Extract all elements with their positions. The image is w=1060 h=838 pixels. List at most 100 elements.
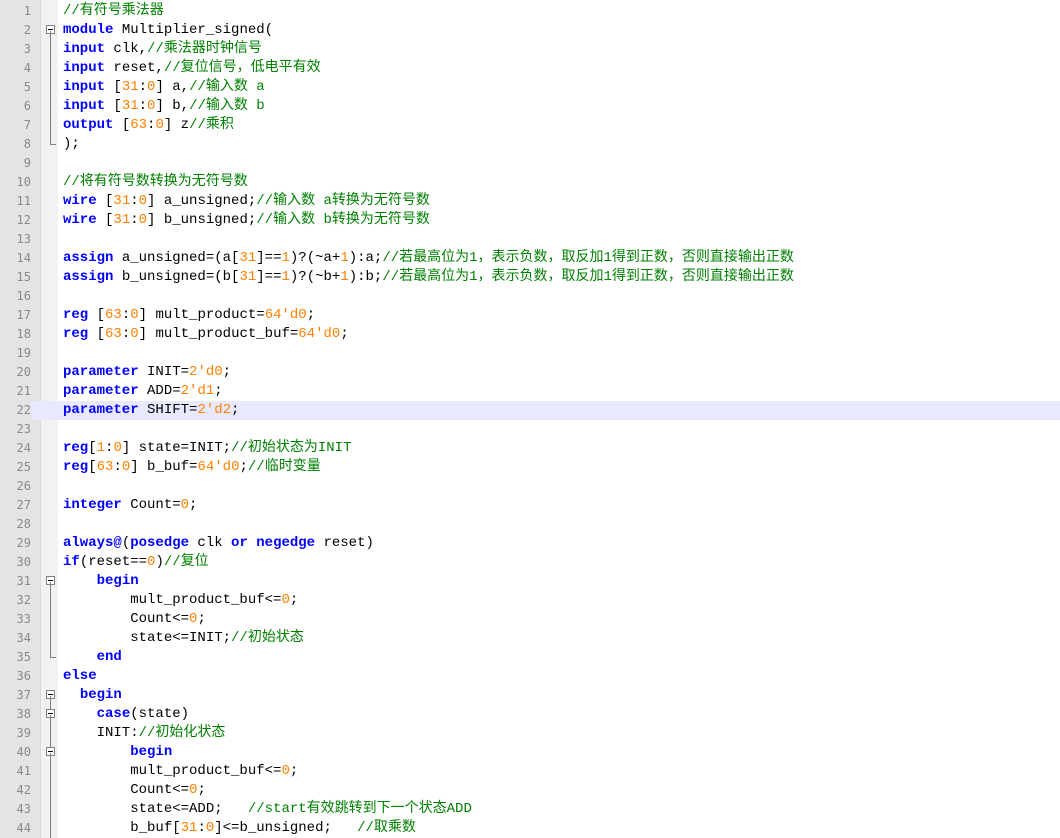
code-text[interactable]: reg[63:0] b_buf=64'd0;//临时变量 [63, 458, 321, 477]
code-line[interactable]: 44 b_buf[31:0]<=b_unsigned; //取乘数 [0, 819, 1060, 838]
code-text[interactable]: //将有符号数转换为无符号数 [63, 173, 248, 192]
code-text[interactable]: reg[1:0] state=INIT;//初始状态为INIT [63, 439, 351, 458]
code-line[interactable]: 24 reg[1:0] state=INIT;//初始状态为INIT [0, 439, 1060, 458]
code-line[interactable]: 17 reg [63:0] mult_product=64'd0; [0, 306, 1060, 325]
code-line[interactable]: 39 INIT://初始化状态 [0, 724, 1060, 743]
code-line[interactable]: 29 always@(posedge clk or negedge reset) [0, 534, 1060, 553]
code-text[interactable]: begin [63, 743, 172, 762]
code-line[interactable]: 41 mult_product_buf<=0; [0, 762, 1060, 781]
code-line[interactable]: 8); [0, 135, 1060, 154]
code-line[interactable]: 27 integer Count=0; [0, 496, 1060, 515]
fold-collapse-icon[interactable] [42, 21, 58, 40]
code-line[interactable]: 11 wire [31:0] a_unsigned;//输入数 a转换为无符号数 [0, 192, 1060, 211]
code-line[interactable]: 38 case(state) [0, 705, 1060, 724]
number-token: 31 [113, 193, 131, 209]
code-line[interactable]: 32 mult_product_buf<=0; [0, 591, 1060, 610]
keyword-token: parameter [63, 402, 139, 418]
code-line[interactable]: 37 begin [0, 686, 1060, 705]
code-line[interactable]: 34 state<=INIT;//初始状态 [0, 629, 1060, 648]
fold-collapse-icon[interactable] [42, 572, 58, 591]
code-line[interactable]: 6 input [31:0] b,//输入数 b [0, 97, 1060, 116]
code-text[interactable]: reg [63:0] mult_product=64'd0; [63, 306, 315, 325]
code-token: : [121, 307, 131, 323]
fold-collapse-icon[interactable] [42, 743, 58, 762]
code-text[interactable]: input [31:0] b,//输入数 b [63, 97, 265, 116]
number-token: 64'd0 [264, 307, 307, 323]
code-text[interactable]: state<=INIT;//初始状态 [63, 629, 304, 648]
fold-collapse-icon[interactable] [42, 705, 58, 724]
code-text[interactable]: if(reset==0)//复位 [63, 553, 209, 572]
code-text[interactable]: case(state) [63, 705, 189, 724]
code-text[interactable]: input [31:0] a,//输入数 a [63, 78, 265, 97]
code-line[interactable]: 28 [0, 515, 1060, 534]
code-text[interactable]: output [63:0] z//乘积 [63, 116, 234, 135]
code-text[interactable]: wire [31:0] b_unsigned;//输入数 b转换为无符号数 [63, 211, 430, 230]
code-line[interactable]: 4 input reset,//复位信号，低电平有效 [0, 59, 1060, 78]
code-text[interactable]: module Multiplier_signed( [63, 21, 273, 40]
code-line[interactable]: 30 if(reset==0)//复位 [0, 553, 1060, 572]
code-token: ; [306, 307, 316, 323]
line-number: 5 [23, 80, 31, 94]
fold-collapse-icon[interactable] [42, 686, 58, 705]
code-text[interactable]: mult_product_buf<=0; [63, 762, 298, 781]
code-line[interactable]: 22 parameter SHIFT=2'd2; [0, 401, 1060, 420]
code-line[interactable]: 7 output [63:0] z//乘积 [0, 116, 1060, 135]
code-line[interactable]: 9 [0, 154, 1060, 173]
code-line[interactable]: 40 begin [0, 743, 1060, 762]
code-text[interactable]: INIT://初始化状态 [63, 724, 226, 743]
code-line[interactable]: 12 wire [31:0] b_unsigned;//输入数 b转换为无符号数 [0, 211, 1060, 230]
code-line[interactable]: 18 reg [63:0] mult_product_buf=64'd0; [0, 325, 1060, 344]
code-line[interactable]: 10 //将有符号数转换为无符号数 [0, 173, 1060, 192]
code-line[interactable]: 36 else [0, 667, 1060, 686]
code-line[interactable]: 1 //有符号乘法器 [0, 2, 1060, 21]
code-text[interactable]: integer Count=0; [63, 496, 197, 515]
code-text[interactable]: Count<=0; [63, 781, 206, 800]
code-line[interactable]: 31 begin [0, 572, 1060, 591]
code-text[interactable]: Count<=0; [63, 610, 206, 629]
code-line[interactable]: 43 state<=ADD; //start有效跳转到下一个状态ADD [0, 800, 1060, 819]
code-line[interactable]: 25 reg[63:0] b_buf=64'd0;//临时变量 [0, 458, 1060, 477]
code-text[interactable]: end [63, 648, 122, 667]
code-text[interactable]: always@(posedge clk or negedge reset) [63, 534, 374, 553]
code-text[interactable]: state<=ADD; //start有效跳转到下一个状态ADD [63, 800, 472, 819]
code-line[interactable]: 35 end [0, 648, 1060, 667]
line-number: 29 [16, 536, 31, 550]
code-line[interactable]: 15 assign b_unsigned=(b[31]==1)?(~b+1):b;… [0, 268, 1060, 287]
code-token: (reset== [79, 554, 148, 570]
code-text[interactable]: begin [63, 686, 122, 705]
code-line[interactable]: 16 [0, 287, 1060, 306]
code-text[interactable]: ); [63, 135, 80, 154]
code-text[interactable]: //有符号乘法器 [63, 2, 164, 21]
code-line[interactable]: 5 input [31:0] a,//输入数 a [0, 78, 1060, 97]
code-text[interactable]: input clk,//乘法器时钟信号 [63, 40, 262, 59]
code-editor[interactable]: 1 //有符号乘法器 2 module Multiplier_signed(3 inpu… [0, 0, 1060, 838]
code-text[interactable]: parameter INIT=2'd0; [63, 363, 231, 382]
code-text[interactable]: else [63, 667, 97, 686]
line-number: 39 [16, 726, 31, 740]
code-line[interactable]: 14 assign a_unsigned=(a[31]==1)?(~a+1):a;… [0, 249, 1060, 268]
code-line[interactable]: 19 [0, 344, 1060, 363]
code-line[interactable]: 2 module Multiplier_signed( [0, 21, 1060, 40]
line-number: 20 [16, 365, 31, 379]
code-line[interactable]: 26 [0, 477, 1060, 496]
code-line[interactable]: 13 [0, 230, 1060, 249]
code-text[interactable]: parameter SHIFT=2'd2; [63, 401, 239, 420]
code-line[interactable]: 20 parameter INIT=2'd0; [0, 363, 1060, 382]
code-token: Count<= [63, 782, 190, 798]
code-text[interactable]: parameter ADD=2'd1; [63, 382, 223, 401]
code-text[interactable]: reg [63:0] mult_product_buf=64'd0; [63, 325, 349, 344]
code-text[interactable]: mult_product_buf<=0; [63, 591, 298, 610]
fold-guide [42, 59, 58, 78]
code-line[interactable]: 42 Count<=0; [0, 781, 1060, 800]
code-text[interactable]: assign a_unsigned=(a[31]==1)?(~a+1):a;//… [63, 249, 794, 268]
code-token: ); [63, 136, 80, 152]
code-line[interactable]: 21 parameter ADD=2'd1; [0, 382, 1060, 401]
code-text[interactable]: input reset,//复位信号，低电平有效 [63, 59, 321, 78]
code-text[interactable]: b_buf[31:0]<=b_unsigned; //取乘数 [63, 819, 416, 838]
code-line[interactable]: 23 [0, 420, 1060, 439]
code-text[interactable]: begin [63, 572, 139, 591]
code-text[interactable]: assign b_unsigned=(b[31]==1)?(~b+1):b;//… [63, 268, 794, 287]
code-text[interactable]: wire [31:0] a_unsigned;//输入数 a转换为无符号数 [63, 192, 430, 211]
code-line[interactable]: 33 Count<=0; [0, 610, 1060, 629]
code-line[interactable]: 3 input clk,//乘法器时钟信号 [0, 40, 1060, 59]
